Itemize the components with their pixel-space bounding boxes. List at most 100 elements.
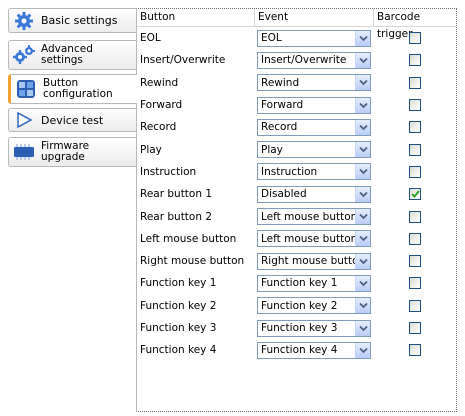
chevron-down-icon[interactable] bbox=[355, 75, 370, 91]
chevron-down-icon[interactable] bbox=[355, 119, 370, 135]
barcode-trigger-checkbox[interactable] bbox=[409, 165, 421, 178]
event-cell: Insert/Overwrite bbox=[255, 51, 374, 69]
event-cell: Play bbox=[255, 141, 374, 159]
barcode-cell bbox=[374, 76, 456, 89]
barcode-trigger-checkbox[interactable] bbox=[409, 232, 421, 245]
button-name: Insert/Overwrite bbox=[140, 54, 226, 67]
chevron-down-icon[interactable] bbox=[355, 320, 370, 336]
event-selected-value: Forward bbox=[261, 99, 304, 112]
chevron-down-icon[interactable] bbox=[355, 97, 370, 113]
tab-label: Advanced settings bbox=[41, 43, 93, 66]
event-cell: Left mouse button bbox=[255, 230, 374, 248]
chevron-down-icon[interactable] bbox=[355, 30, 370, 46]
barcode-cell bbox=[374, 322, 456, 334]
barcode-trigger-checkbox[interactable] bbox=[409, 299, 421, 312]
tab-label: Button configuration bbox=[43, 77, 113, 100]
event-selected-value: Insert/Overwrite bbox=[261, 54, 347, 67]
event-dropdown[interactable]: Insert/Overwrite bbox=[257, 51, 371, 69]
table-row: Function key 4 Function key 4 bbox=[137, 339, 456, 361]
header-button: Button bbox=[137, 9, 255, 26]
play-icon bbox=[13, 109, 35, 131]
table-body: EOL EOL Insert/Overwrite Insert/Overwrite Re… bbox=[137, 27, 456, 361]
tab-basic-settings[interactable]: Basic settings bbox=[8, 8, 136, 33]
chevron-down-icon[interactable] bbox=[355, 164, 370, 180]
event-dropdown[interactable]: Function key 1 bbox=[257, 274, 371, 292]
button-configuration-panel: Button Event Barcode trigger EOL EOL Inser… bbox=[136, 8, 457, 412]
event-dropdown[interactable]: Forward bbox=[257, 96, 371, 114]
barcode-cell bbox=[374, 32, 456, 45]
chevron-down-icon[interactable] bbox=[355, 186, 370, 202]
event-dropdown[interactable]: Instruction bbox=[257, 163, 371, 181]
event-dropdown[interactable]: Function key 4 bbox=[257, 341, 371, 359]
chevron-down-icon[interactable] bbox=[355, 209, 370, 225]
event-selected-value: Left mouse button bbox=[261, 210, 355, 223]
event-selected-value: EOL bbox=[261, 32, 282, 45]
event-cell: EOL bbox=[255, 29, 374, 47]
header-event: Event bbox=[255, 9, 374, 26]
barcode-cell bbox=[374, 299, 456, 312]
barcode-cell bbox=[374, 232, 456, 245]
tab-advanced-settings[interactable]: Advanced settings bbox=[8, 40, 136, 70]
button-config-icon bbox=[15, 78, 37, 100]
barcode-trigger-checkbox[interactable] bbox=[409, 54, 421, 67]
barcode-trigger-checkbox[interactable] bbox=[409, 277, 421, 290]
table-row: Record Record bbox=[137, 116, 456, 138]
event-dropdown[interactable]: Function key 2 bbox=[257, 297, 371, 315]
button-name: Rear button 2 bbox=[140, 210, 213, 223]
barcode-trigger-checkbox[interactable] bbox=[409, 143, 421, 156]
chevron-down-icon[interactable] bbox=[355, 275, 370, 291]
event-dropdown[interactable]: Rewind bbox=[257, 74, 371, 92]
event-cell: Left mouse button bbox=[255, 208, 374, 226]
barcode-trigger-checkbox[interactable] bbox=[409, 322, 421, 334]
event-dropdown[interactable]: Record bbox=[257, 118, 371, 136]
barcode-trigger-checkbox[interactable] bbox=[409, 255, 421, 268]
button-name: Right mouse button bbox=[140, 255, 245, 268]
tab-button-configuration[interactable]: Button configuration bbox=[8, 74, 137, 104]
tab-label: Device test bbox=[41, 113, 104, 127]
chevron-down-icon[interactable] bbox=[355, 253, 370, 269]
event-cell: Instruction bbox=[255, 163, 374, 181]
barcode-trigger-checkbox[interactable] bbox=[409, 32, 421, 45]
barcode-trigger-checkbox[interactable] bbox=[409, 121, 421, 134]
firmware-icon bbox=[13, 141, 35, 163]
chevron-down-icon[interactable] bbox=[355, 298, 370, 314]
chevron-down-icon[interactable] bbox=[355, 142, 370, 158]
barcode-cell bbox=[374, 143, 456, 156]
event-cell: Function key 3 bbox=[255, 319, 374, 337]
chevron-down-icon[interactable] bbox=[355, 342, 370, 358]
barcode-trigger-checkbox[interactable] bbox=[409, 210, 421, 223]
button-config-table: Button Event Barcode trigger EOL EOL Inser… bbox=[137, 9, 456, 361]
tab-device-test[interactable]: Device test bbox=[8, 108, 136, 132]
barcode-trigger-checkbox[interactable] bbox=[409, 76, 421, 89]
event-dropdown[interactable]: Left mouse button bbox=[257, 230, 371, 248]
table-row: Forward Forward bbox=[137, 94, 456, 116]
event-dropdown[interactable]: Function key 3 bbox=[257, 319, 371, 337]
table-row: Rear button 1 Disabled bbox=[137, 183, 456, 205]
chevron-down-icon[interactable] bbox=[355, 231, 370, 247]
event-dropdown[interactable]: Left mouse button bbox=[257, 208, 371, 226]
button-name: Rear button 1 bbox=[140, 188, 213, 201]
event-selected-value: Play bbox=[261, 143, 283, 156]
table-header: Button Event Barcode trigger bbox=[137, 9, 456, 40]
event-dropdown[interactable]: EOL bbox=[257, 29, 371, 47]
barcode-trigger-checkbox[interactable] bbox=[409, 99, 421, 112]
event-selected-value: Disabled bbox=[261, 188, 307, 201]
event-selected-value: Rewind bbox=[261, 76, 300, 89]
chevron-down-icon[interactable] bbox=[355, 52, 370, 68]
table-row: Right mouse button Right mouse button bbox=[137, 250, 456, 272]
table-row: Insert/Overwrite Insert/Overwrite bbox=[137, 49, 456, 71]
tab-firmware-upgrade[interactable]: Firmware upgrade bbox=[8, 137, 136, 167]
event-cell: Right mouse button bbox=[255, 252, 374, 270]
barcode-trigger-checkbox[interactable] bbox=[409, 188, 421, 201]
button-name: Function key 1 bbox=[140, 277, 217, 290]
button-name: Forward bbox=[140, 99, 183, 112]
header-barcode-trigger: Barcode trigger bbox=[377, 11, 421, 40]
event-selected-value: Left mouse button bbox=[261, 232, 355, 245]
event-dropdown[interactable]: Play bbox=[257, 141, 371, 159]
event-dropdown[interactable]: Right mouse button bbox=[257, 252, 371, 270]
barcode-cell bbox=[374, 344, 456, 357]
barcode-cell bbox=[374, 165, 456, 178]
barcode-trigger-checkbox[interactable] bbox=[409, 344, 421, 357]
barcode-cell bbox=[374, 210, 456, 223]
event-dropdown[interactable]: Disabled bbox=[257, 185, 371, 203]
